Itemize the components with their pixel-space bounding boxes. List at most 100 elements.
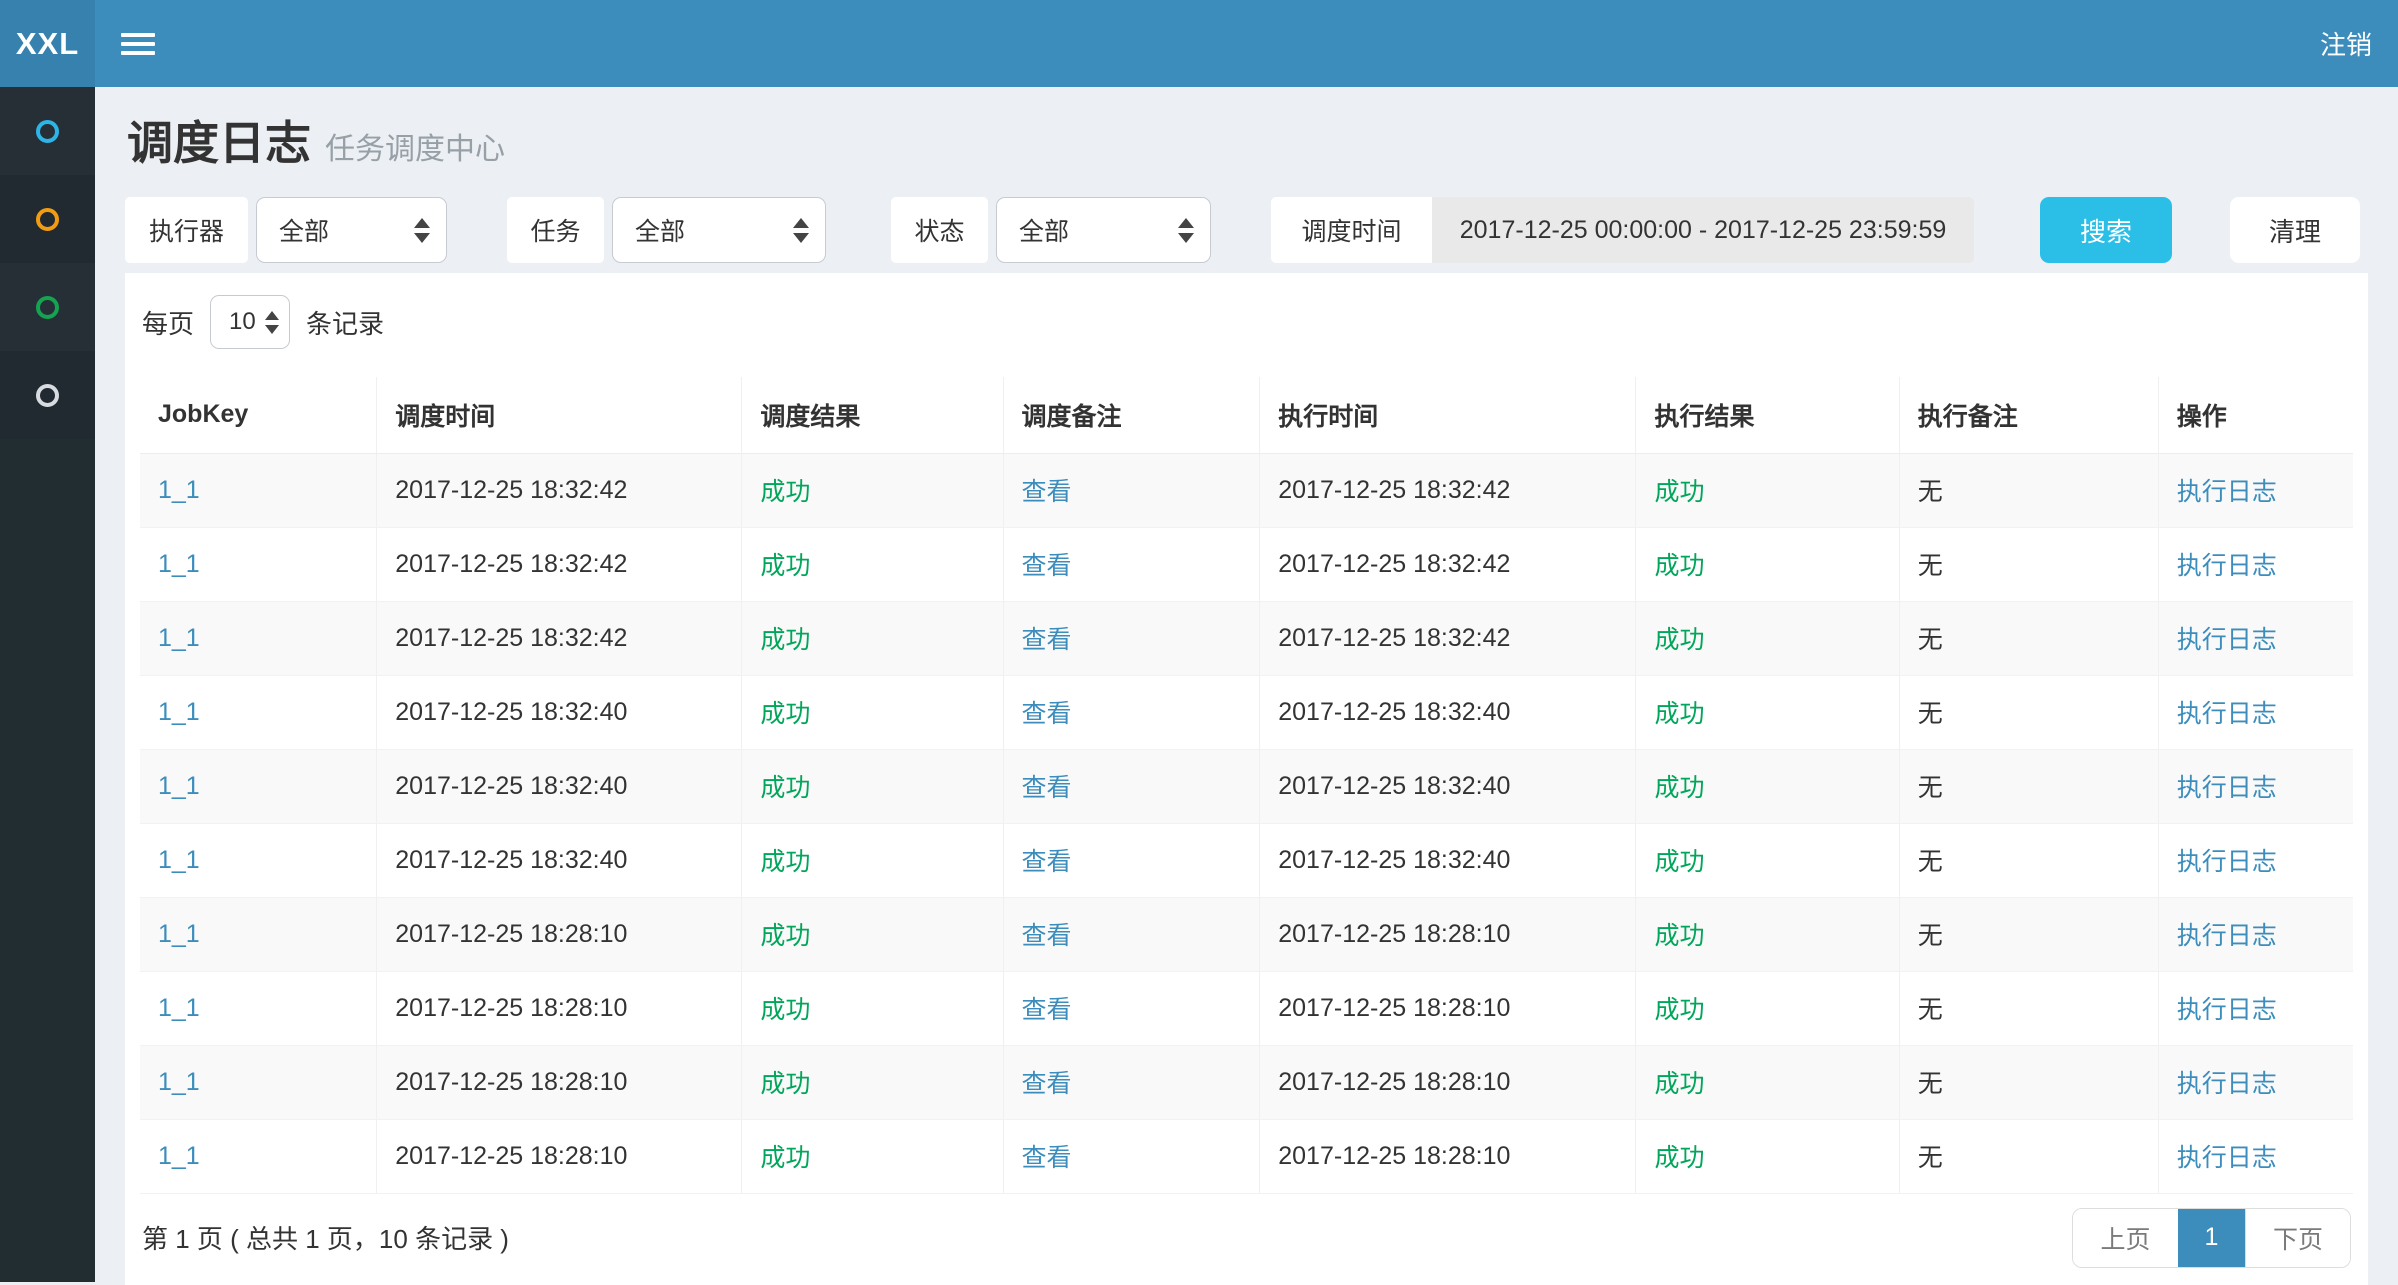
status-filter-label: 状态	[891, 197, 988, 263]
view-remark-link[interactable]: 查看	[1022, 700, 1072, 728]
col-sched-result: 调度结果	[742, 377, 1003, 453]
jobkey-link[interactable]: 1_1	[158, 772, 200, 800]
app-logo[interactable]: XXL	[0, 0, 95, 87]
view-remark-link[interactable]: 查看	[1022, 774, 1072, 802]
col-exec-time: 执行时间	[1260, 377, 1636, 453]
sched-time-cell: 2017-12-25 18:32:42	[377, 601, 742, 675]
exec-result-cell: 成功	[1636, 1045, 1899, 1119]
exec-remark-cell: 无	[1899, 971, 2158, 1045]
jobkey-link[interactable]: 1_1	[158, 550, 200, 578]
exec-remark-cell: 无	[1899, 601, 2158, 675]
table-footer: 第 1 页 ( 总共 1 页，10 条记录 ) 上页 1 下页	[140, 1208, 2353, 1268]
sched-result-cell: 成功	[742, 897, 1003, 971]
exec-log-link[interactable]: 执行日志	[2177, 1144, 2277, 1172]
sched-time-cell: 2017-12-25 18:28:10	[377, 971, 742, 1045]
executor-filter-select[interactable]: 全部	[256, 197, 447, 263]
jobkey-link[interactable]: 1_1	[158, 476, 200, 504]
exec-time-cell: 2017-12-25 18:32:40	[1260, 749, 1636, 823]
sched-time-cell: 2017-12-25 18:32:40	[377, 823, 742, 897]
col-action: 操作	[2158, 377, 2353, 453]
page-size-prefix-label: 每页	[142, 304, 194, 341]
time-range-input[interactable]: 2017-12-25 00:00:00 - 2017-12-25 23:59:5…	[1432, 197, 1974, 263]
prev-page-button[interactable]: 上页	[2073, 1209, 2178, 1267]
sched-time-cell: 2017-12-25 18:32:40	[377, 749, 742, 823]
exec-log-link[interactable]: 执行日志	[2177, 700, 2277, 728]
next-page-button[interactable]: 下页	[2245, 1209, 2350, 1267]
table-row: 1_1 2017-12-25 18:28:10 成功 查看 2017-12-25…	[140, 1045, 2353, 1119]
table-row: 1_1 2017-12-25 18:32:40 成功 查看 2017-12-25…	[140, 675, 2353, 749]
job-log-table: JobKey 调度时间 调度结果 调度备注 执行时间 执行结果 执行备注 操作 …	[140, 377, 2353, 1194]
exec-log-link[interactable]: 执行日志	[2177, 996, 2277, 1024]
exec-result-cell: 成功	[1636, 971, 1899, 1045]
sched-result-cell: 成功	[742, 675, 1003, 749]
view-remark-link[interactable]: 查看	[1022, 848, 1072, 876]
exec-remark-cell: 无	[1899, 527, 2158, 601]
jobkey-link[interactable]: 1_1	[158, 1142, 200, 1170]
circle-icon	[36, 296, 59, 319]
sidebar-item-1[interactable]	[0, 87, 95, 175]
exec-log-link[interactable]: 执行日志	[2177, 922, 2277, 950]
exec-time-cell: 2017-12-25 18:28:10	[1260, 971, 1636, 1045]
sched-result-cell: 成功	[742, 823, 1003, 897]
exec-time-cell: 2017-12-25 18:28:10	[1260, 897, 1636, 971]
page-header: 调度日志任务调度中心	[125, 87, 2368, 171]
exec-time-cell: 2017-12-25 18:28:10	[1260, 1045, 1636, 1119]
search-button[interactable]: 搜索	[2040, 197, 2172, 263]
table-row: 1_1 2017-12-25 18:32:42 成功 查看 2017-12-25…	[140, 453, 2353, 527]
table-row: 1_1 2017-12-25 18:32:42 成功 查看 2017-12-25…	[140, 601, 2353, 675]
jobkey-link[interactable]: 1_1	[158, 920, 200, 948]
log-table-box: 每页 10 条记录 JobKey 调度时间 调度结果 调度备注 执行时间 执行结…	[125, 273, 2368, 1285]
clear-button[interactable]: 清理	[2230, 197, 2360, 263]
table-row: 1_1 2017-12-25 18:32:42 成功 查看 2017-12-25…	[140, 527, 2353, 601]
status-filter-group: 状态 全部	[891, 197, 1211, 263]
logout-link[interactable]: 注销	[2320, 25, 2372, 62]
current-page-button[interactable]: 1	[2178, 1209, 2245, 1267]
job-filter-label: 任务	[507, 197, 604, 263]
exec-log-link[interactable]: 执行日志	[2177, 478, 2277, 506]
view-remark-link[interactable]: 查看	[1022, 922, 1072, 950]
select-arrows-icon	[414, 218, 430, 243]
exec-log-link[interactable]: 执行日志	[2177, 848, 2277, 876]
jobkey-link[interactable]: 1_1	[158, 846, 200, 874]
jobkey-link[interactable]: 1_1	[158, 1068, 200, 1096]
sidebar-item-3[interactable]	[0, 263, 95, 351]
sidebar-item-4[interactable]	[0, 351, 95, 439]
sched-result-cell: 成功	[742, 1045, 1003, 1119]
jobkey-link[interactable]: 1_1	[158, 698, 200, 726]
exec-log-link[interactable]: 执行日志	[2177, 774, 2277, 802]
exec-remark-cell: 无	[1899, 1119, 2158, 1193]
view-remark-link[interactable]: 查看	[1022, 478, 1072, 506]
view-remark-link[interactable]: 查看	[1022, 996, 1072, 1024]
view-remark-link[interactable]: 查看	[1022, 1070, 1072, 1098]
status-filter-select[interactable]: 全部	[996, 197, 1211, 263]
view-remark-link[interactable]: 查看	[1022, 626, 1072, 654]
exec-time-cell: 2017-12-25 18:32:42	[1260, 527, 1636, 601]
filter-toolbar: 执行器 全部 任务 全部 状态 全部 调度时间 2017-12-25 00:00…	[125, 197, 2368, 263]
page-size-select[interactable]: 10	[210, 295, 290, 349]
exec-log-link[interactable]: 执行日志	[2177, 552, 2277, 580]
exec-result-cell: 成功	[1636, 601, 1899, 675]
job-filter-select[interactable]: 全部	[612, 197, 826, 263]
exec-log-link[interactable]: 执行日志	[2177, 1070, 2277, 1098]
select-arrows-icon	[1178, 218, 1194, 243]
exec-result-cell: 成功	[1636, 453, 1899, 527]
exec-result-cell: 成功	[1636, 1119, 1899, 1193]
exec-remark-cell: 无	[1899, 675, 2158, 749]
sched-time-cell: 2017-12-25 18:28:10	[377, 1045, 742, 1119]
sidebar-toggle-icon[interactable]	[121, 28, 155, 60]
col-sched-remark: 调度备注	[1003, 377, 1260, 453]
exec-log-link[interactable]: 执行日志	[2177, 626, 2277, 654]
view-remark-link[interactable]: 查看	[1022, 1144, 1072, 1172]
jobkey-link[interactable]: 1_1	[158, 994, 200, 1022]
view-remark-link[interactable]: 查看	[1022, 552, 1072, 580]
sched-result-cell: 成功	[742, 527, 1003, 601]
sched-result-cell: 成功	[742, 749, 1003, 823]
pagination-control: 上页 1 下页	[2072, 1208, 2351, 1268]
top-navbar: 注销	[95, 0, 2398, 87]
sidebar-menu	[0, 87, 95, 1282]
sidebar-item-2[interactable]	[0, 175, 95, 263]
page-subtitle: 任务调度中心	[325, 133, 505, 166]
executor-filter-group: 执行器 全部	[125, 197, 447, 263]
jobkey-link[interactable]: 1_1	[158, 624, 200, 652]
sched-result-cell: 成功	[742, 971, 1003, 1045]
